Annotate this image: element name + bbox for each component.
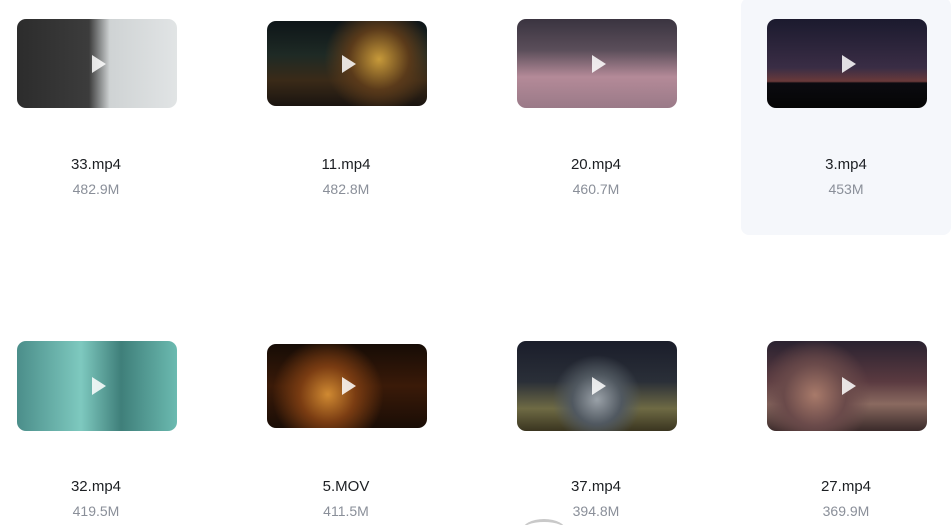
video-thumbnail[interactable] — [17, 341, 177, 431]
play-icon[interactable] — [336, 375, 358, 397]
video-grid: 33.mp4 482.9M 11.mp4 482.8M 20.mp4 460.7… — [0, 0, 951, 525]
video-size: 482.8M — [322, 181, 370, 197]
video-size: 411.5M — [323, 503, 369, 519]
play-icon[interactable] — [86, 53, 108, 75]
video-thumbnail[interactable] — [517, 19, 677, 108]
video-name: 32.mp4 — [70, 478, 122, 495]
video-size: 482.9M — [72, 181, 120, 197]
play-icon[interactable] — [586, 53, 608, 75]
video-size: 419.5M — [72, 503, 120, 519]
video-name: 37.mp4 — [570, 478, 622, 495]
play-icon[interactable] — [336, 53, 358, 75]
video-thumbnail[interactable] — [17, 19, 177, 108]
video-thumbnail[interactable] — [267, 344, 427, 428]
video-size: 453M — [828, 181, 864, 197]
video-size: 369.9M — [822, 503, 870, 519]
video-tile[interactable]: 3.mp4 453M — [741, 0, 951, 235]
video-name: 20.mp4 — [570, 156, 622, 173]
video-thumbnail[interactable] — [517, 341, 677, 431]
video-thumbnail[interactable] — [767, 341, 927, 431]
video-size: 460.7M — [572, 181, 620, 197]
video-tile[interactable]: 37.mp4 394.8M — [491, 330, 701, 525]
video-tile[interactable]: 5.MOV 411.5M — [241, 330, 451, 525]
video-size: 394.8M — [572, 503, 620, 519]
video-tile[interactable]: 11.mp4 482.8M — [241, 8, 451, 225]
play-icon[interactable] — [836, 375, 858, 397]
video-tile[interactable]: 32.mp4 419.5M — [0, 330, 201, 525]
video-tile[interactable]: 20.mp4 460.7M — [491, 8, 701, 225]
video-tile[interactable]: 27.mp4 369.9M — [741, 330, 951, 525]
play-icon[interactable] — [86, 375, 108, 397]
video-thumbnail[interactable] — [767, 19, 927, 108]
video-thumbnail[interactable] — [267, 21, 427, 106]
video-name: 27.mp4 — [820, 478, 872, 495]
play-icon[interactable] — [836, 53, 858, 75]
video-tile[interactable]: 33.mp4 482.9M — [0, 8, 201, 225]
video-name: 3.mp4 — [825, 156, 867, 173]
video-name: 33.mp4 — [70, 156, 122, 173]
video-name: 5.MOV — [322, 478, 370, 495]
video-name: 11.mp4 — [321, 156, 371, 173]
play-icon[interactable] — [586, 375, 608, 397]
